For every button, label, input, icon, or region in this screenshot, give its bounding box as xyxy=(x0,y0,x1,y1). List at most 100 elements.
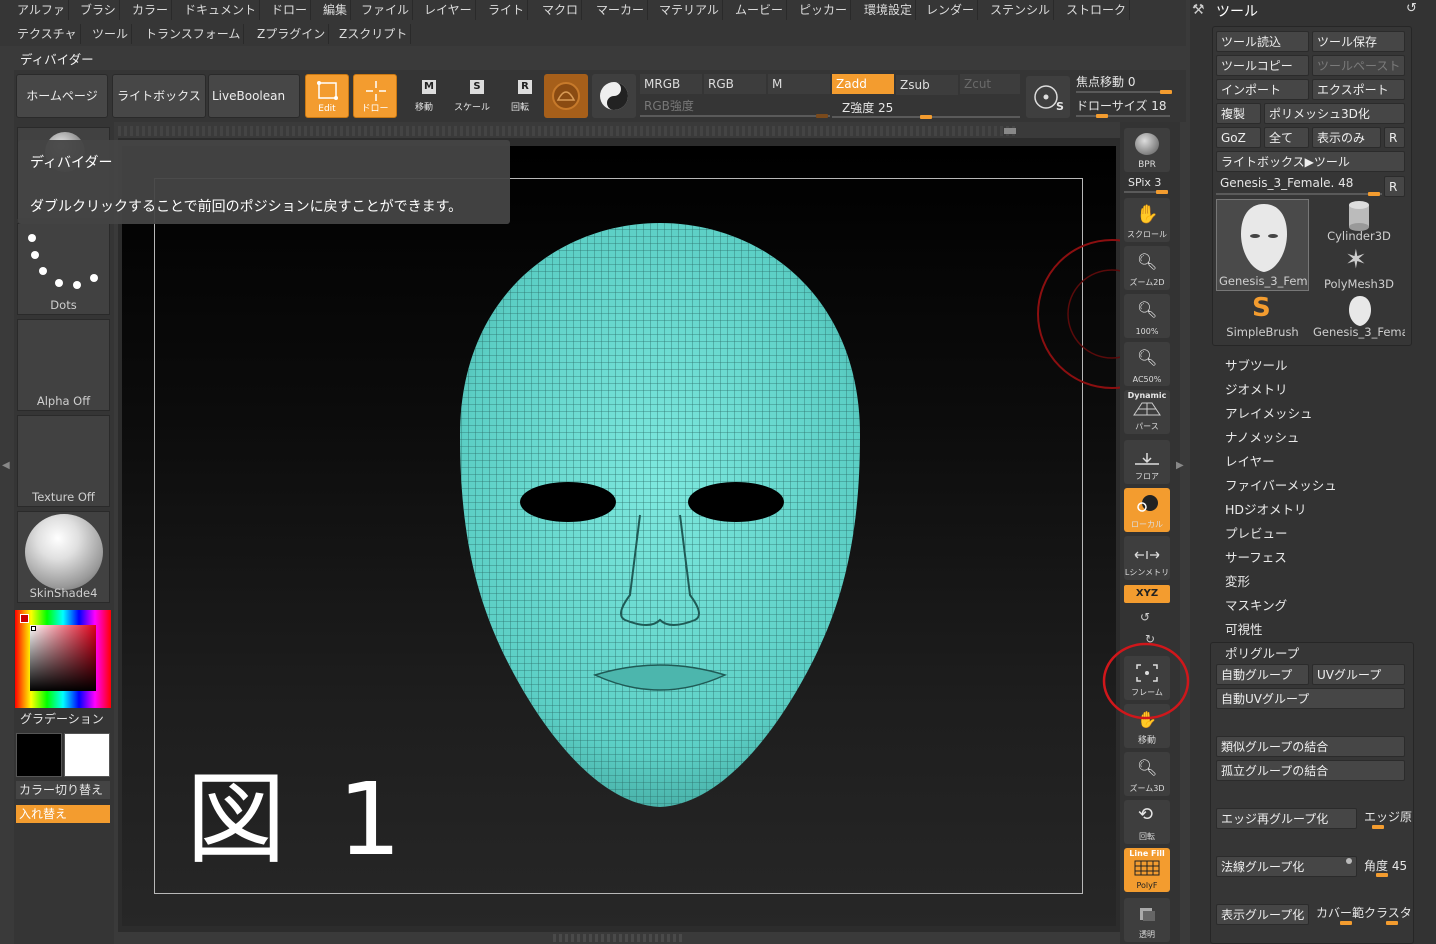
auto-uv-groups-button[interactable]: 自動UVグループ xyxy=(1216,688,1405,709)
home-page-button[interactable]: ホームページ xyxy=(16,74,108,118)
menu-item[interactable]: ドロー xyxy=(268,0,312,20)
tool-thumb-genesis-active[interactable]: Genesis_3_Fema xyxy=(1216,199,1309,291)
menu-item[interactable]: ツール xyxy=(89,24,133,44)
subpalette-item[interactable]: 変形 xyxy=(1225,571,1250,590)
ac50-button[interactable]: 🔍︎ AC50% xyxy=(1124,342,1170,386)
goz-visible-button[interactable]: 表示のみ xyxy=(1312,127,1381,148)
swap-colors-button[interactable]: 入れ替え xyxy=(16,805,110,823)
lightbox-tools-button[interactable]: ライトボックス▶ツール xyxy=(1216,151,1405,172)
edge-setting-knob[interactable] xyxy=(1372,825,1384,829)
rotate-button[interactable]: R 回転 xyxy=(498,76,542,118)
export-button[interactable]: エクスポート xyxy=(1312,79,1405,100)
subpalette-item[interactable]: マスキング xyxy=(1225,595,1287,614)
alpha-thumbnail[interactable]: Alpha Off xyxy=(17,319,110,411)
divider-handle[interactable] xyxy=(118,126,1018,136)
menu-item[interactable]: ドキュメント xyxy=(181,0,261,20)
main-color-swatch[interactable] xyxy=(16,733,62,777)
spix-knob[interactable] xyxy=(1156,190,1168,194)
polygroups-header[interactable]: ポリグループ xyxy=(1225,643,1299,662)
save-tool-button[interactable]: ツール保存 xyxy=(1312,31,1405,52)
move-button[interactable]: M 移動 xyxy=(402,76,446,118)
menu-item[interactable]: トランスフォーム xyxy=(142,24,245,44)
visible-groups-button[interactable]: 表示グループ化 xyxy=(1216,904,1309,925)
current-tool-slider[interactable] xyxy=(1216,193,1382,195)
subpalette-item[interactable]: ジオメトリ xyxy=(1225,379,1288,398)
subpalette-item[interactable]: レイヤー xyxy=(1225,451,1275,470)
menu-item[interactable]: ブラシ xyxy=(77,0,120,20)
transparent-button[interactable]: 透明 xyxy=(1124,898,1170,942)
menu-item[interactable]: ムービー xyxy=(732,0,788,20)
draw-size-knob[interactable] xyxy=(1096,114,1108,118)
right-tray-arrow-icon[interactable]: ▶ xyxy=(1176,460,1184,471)
color-marker[interactable] xyxy=(31,626,36,631)
hue-marker[interactable] xyxy=(20,614,29,623)
menu-item[interactable]: マクロ xyxy=(539,0,583,20)
uv-groups-button[interactable]: UVグループ xyxy=(1312,664,1405,685)
bpr-button[interactable]: BPR xyxy=(1124,128,1170,172)
saturation-square[interactable] xyxy=(30,625,96,691)
z-intensity-knob[interactable] xyxy=(920,115,932,119)
texture-thumbnail[interactable]: Texture Off xyxy=(17,415,110,507)
zcut-button[interactable]: Zcut xyxy=(960,74,1020,94)
lsym-button[interactable]: Lシンメトリ xyxy=(1124,536,1170,580)
subpalette-item[interactable]: HDジオメトリ xyxy=(1225,499,1307,518)
auto-groups-button[interactable]: 自動グループ xyxy=(1216,664,1309,685)
secondary-color-swatch[interactable] xyxy=(64,733,110,777)
color-picker[interactable] xyxy=(15,610,111,708)
menu-item[interactable]: カラー xyxy=(129,0,173,20)
liveboolean-button[interactable]: LiveBoolean xyxy=(208,74,300,118)
actual-size-button[interactable]: 🔍︎ 100% xyxy=(1124,294,1170,338)
cluster-knob[interactable] xyxy=(1386,921,1398,925)
tool-thumb-genesis-2[interactable]: Genesis_3_Fema xyxy=(1313,295,1405,341)
material-brush-button[interactable] xyxy=(544,74,588,118)
stroke-thumbnail[interactable]: Dots xyxy=(17,223,110,315)
perspective-button[interactable]: Dynamic パース xyxy=(1124,390,1170,434)
coverage-knob[interactable] xyxy=(1340,921,1352,925)
menu-item[interactable]: レンダー xyxy=(923,0,979,20)
menu-item[interactable]: レイヤー xyxy=(421,0,476,20)
zsub-button[interactable]: Zsub xyxy=(896,75,958,95)
zoom2d-button[interactable]: 🔍︎ ズーム2D xyxy=(1124,246,1170,290)
left-tray-arrow-icon[interactable]: ◀ xyxy=(2,460,10,471)
menu-item[interactable]: ファイル xyxy=(358,0,414,20)
mrgb-button[interactable]: MRGB xyxy=(640,74,702,94)
import-button[interactable]: インポート xyxy=(1216,79,1309,100)
tool-thumb-polymesh[interactable]: ✶ PolyMesh3D xyxy=(1313,245,1405,293)
divider-knob[interactable] xyxy=(1004,128,1016,134)
subpalette-item[interactable]: サブツール xyxy=(1225,355,1288,374)
xyz-button[interactable]: XYZ xyxy=(1124,585,1170,603)
zadd-button[interactable]: Zadd xyxy=(832,74,894,94)
stroke-button[interactable]: S xyxy=(1026,76,1070,118)
goz-all-button[interactable]: 全て xyxy=(1264,127,1309,148)
load-tool-button[interactable]: ツール読込 xyxy=(1216,31,1309,52)
tool-thumb-cylinder[interactable]: Cylinder3D xyxy=(1313,199,1405,245)
menu-item[interactable]: ストローク xyxy=(1063,0,1131,20)
palette-reset-icon[interactable]: ↺ xyxy=(1406,1,1417,16)
menu-item[interactable]: 編集 xyxy=(320,0,352,20)
y-rotate-icon[interactable]: ↺ xyxy=(1140,610,1150,624)
edit-mode-button[interactable]: Edit xyxy=(305,74,349,118)
menu-item[interactable]: マーカー xyxy=(593,0,649,20)
menu-item[interactable]: 環境設定 xyxy=(861,0,917,20)
subpalette-item[interactable]: ファイバーメッシュ xyxy=(1225,475,1337,494)
angle-knob[interactable] xyxy=(1376,873,1388,877)
rotate-view-button[interactable]: ⟲ 回転 xyxy=(1124,800,1170,844)
paste-tool-button[interactable]: ツールペースト xyxy=(1312,55,1405,76)
goz-r-button[interactable]: R xyxy=(1384,127,1405,148)
menu-item[interactable]: ピッカー xyxy=(796,0,852,20)
face-mesh[interactable] xyxy=(440,215,880,815)
current-tool-knob[interactable] xyxy=(1368,192,1380,196)
rgb-intensity-slider[interactable] xyxy=(640,115,830,117)
m-button[interactable]: M xyxy=(768,74,830,94)
bottom-tray-handle[interactable] xyxy=(553,934,683,942)
tool-r-button[interactable]: R xyxy=(1384,176,1405,197)
color-switch-button[interactable]: カラー切り替え xyxy=(16,781,110,799)
menu-item[interactable]: Zスクリプト xyxy=(336,24,412,44)
material-thumbnail[interactable]: SkinShade4 xyxy=(17,511,110,603)
menu-item[interactable]: テクスチャ xyxy=(14,24,81,44)
clone-button[interactable]: 複製 xyxy=(1216,103,1261,124)
sphere-material-button[interactable] xyxy=(592,74,636,118)
zoom3d-button[interactable]: 🔍︎ ズーム3D xyxy=(1124,752,1170,796)
subpalette-item[interactable]: 可視性 xyxy=(1225,619,1263,638)
draw-mode-button[interactable]: ドロー xyxy=(353,74,397,118)
